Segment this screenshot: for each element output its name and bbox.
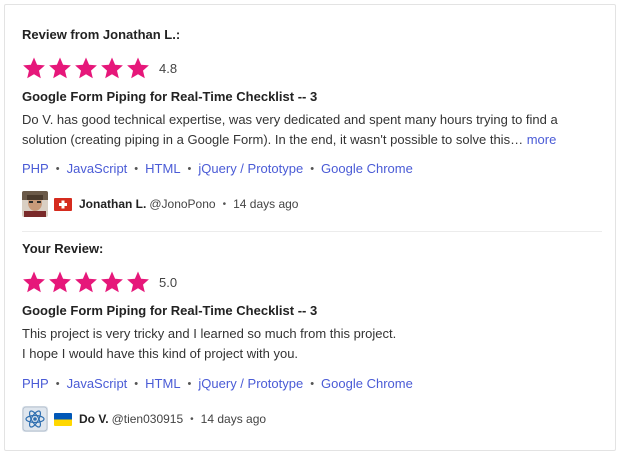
- tag-separator: •: [134, 162, 139, 175]
- tag-google-chrome[interactable]: Google Chrome: [321, 376, 413, 391]
- tag-separator: •: [134, 377, 139, 390]
- review-text: This project is very tricky and I learne…: [22, 324, 602, 364]
- avatar[interactable]: [22, 191, 48, 217]
- tag-separator: •: [310, 377, 315, 390]
- review-text: Do V. has good technical expertise, was …: [22, 110, 602, 150]
- review-heading: Your Review:: [22, 241, 104, 256]
- star-icon: [74, 56, 100, 81]
- tag-google-chrome[interactable]: Google Chrome: [321, 161, 413, 176]
- star-rating: [22, 270, 152, 295]
- tag-php[interactable]: PHP: [22, 161, 49, 176]
- tag-javascript[interactable]: JavaScript: [67, 161, 128, 176]
- tag-separator: •: [187, 377, 192, 390]
- star-icon: [126, 56, 152, 81]
- star-icon: [22, 56, 48, 81]
- tag-separator: •: [55, 162, 60, 175]
- more-link[interactable]: more: [527, 132, 557, 147]
- meta-separator: •: [222, 198, 227, 210]
- review-text-line: I hope I would have this kind of project…: [22, 346, 299, 361]
- star-icon: [22, 270, 48, 295]
- reviewer-name[interactable]: Do V.: [79, 412, 109, 426]
- tag-javascript[interactable]: JavaScript: [67, 376, 128, 391]
- reviewer-name[interactable]: Jonathan L.: [79, 197, 146, 211]
- ukraine-flag-icon: [54, 412, 72, 426]
- star-icon: [100, 270, 126, 295]
- tag-jquery[interactable]: jQuery / Prototype: [198, 161, 303, 176]
- tag-php[interactable]: PHP: [22, 376, 49, 391]
- star-icon: [74, 270, 100, 295]
- review-text-line: solution (creating piping in a Google Fo…: [22, 132, 524, 147]
- star-icon: [126, 270, 152, 295]
- project-title: Google Form Piping for Real-Time Checkli…: [22, 89, 318, 104]
- reviewer-handle: @JonoPono: [149, 197, 216, 211]
- tag-separator: •: [310, 162, 315, 175]
- rating-value: 5.0: [159, 274, 178, 290]
- reviewer-info: Do V. @tien030915 • 14 days ago: [22, 406, 602, 432]
- project-title: Google Form Piping for Real-Time Checkli…: [22, 303, 318, 318]
- reviewer-handle: @tien030915: [111, 412, 184, 426]
- tag-separator: •: [55, 377, 60, 390]
- rating-value: 4.8: [159, 60, 178, 76]
- meta-separator: •: [190, 413, 194, 425]
- skill-tags: PHP • JavaScript • HTML • jQuery / Proto…: [22, 376, 602, 391]
- star-icon: [100, 56, 126, 81]
- review-time: 14 days ago: [233, 197, 299, 211]
- tag-html[interactable]: HTML: [145, 376, 180, 391]
- reviewer-info: Jonathan L. @JonoPono • 14 days ago: [22, 191, 602, 217]
- skill-tags: PHP • JavaScript • HTML • jQuery / Proto…: [22, 161, 602, 176]
- review-text-line: Do V. has good technical expertise, was …: [22, 112, 558, 127]
- your-review: Your Review: 5.0 Google Form Piping for …: [22, 241, 602, 432]
- tag-jquery[interactable]: jQuery / Prototype: [198, 376, 303, 391]
- star-icon: [48, 56, 74, 81]
- review-time: 14 days ago: [200, 412, 267, 426]
- review-heading: Review from Jonathan L.:: [22, 27, 181, 42]
- rating-row: 5.0: [22, 269, 602, 295]
- avatar[interactable]: [22, 406, 48, 432]
- client-review: Review from Jonathan L.: 4.8 Google Form…: [22, 27, 602, 217]
- tag-html[interactable]: HTML: [145, 161, 180, 176]
- star-rating: [22, 56, 152, 81]
- reviews-card: Review from Jonathan L.: 4.8 Google Form…: [4, 4, 616, 451]
- divider: [22, 231, 602, 232]
- review-text-line: This project is very tricky and I learne…: [22, 326, 397, 341]
- tag-separator: •: [187, 162, 192, 175]
- rating-row: 4.8: [22, 55, 602, 81]
- star-icon: [48, 270, 74, 295]
- switzerland-flag-icon: [54, 197, 72, 211]
